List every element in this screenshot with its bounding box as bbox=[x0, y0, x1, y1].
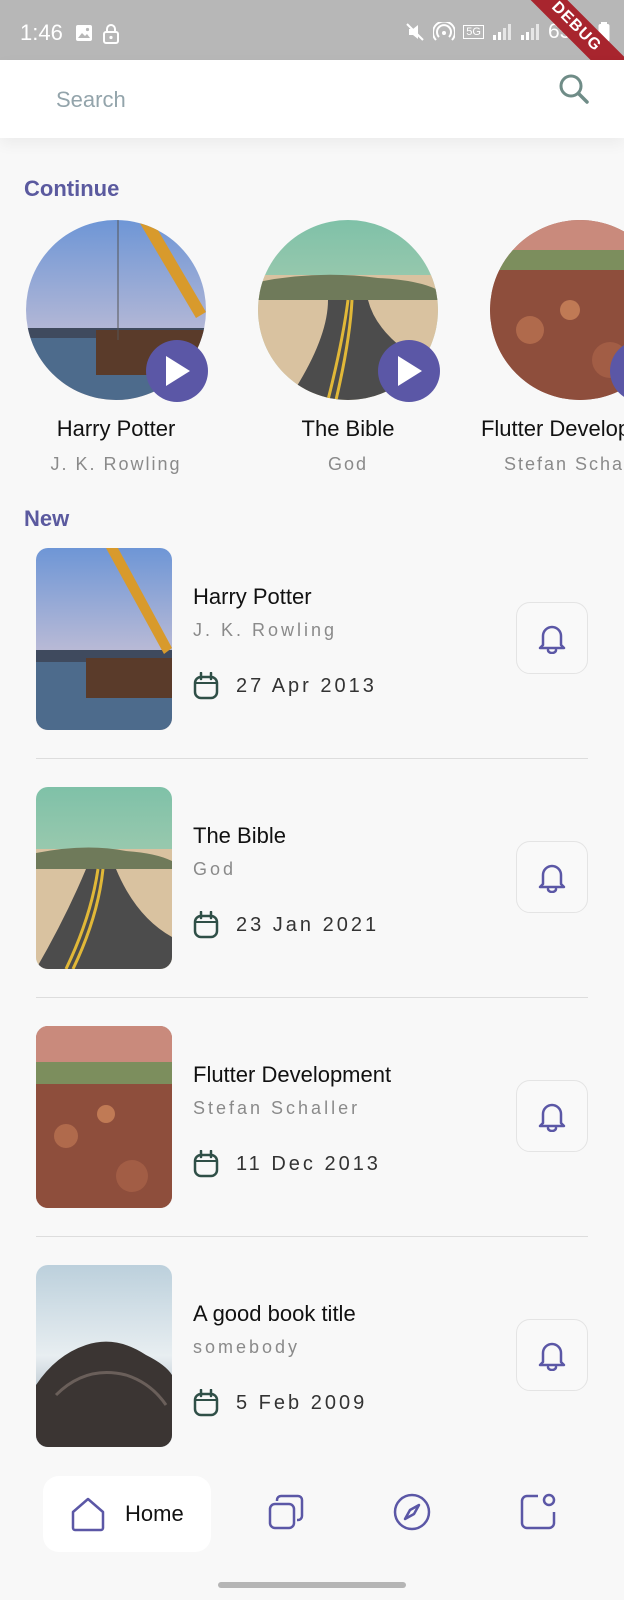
book-title: A good book title bbox=[193, 1301, 356, 1326]
continue-title: Flutter Development bbox=[480, 416, 624, 441]
list-item[interactable]: Harry Potter J. K. Rowling 27 Apr 2013 bbox=[36, 548, 588, 730]
hotspot-icon bbox=[433, 22, 456, 41]
thumbnail-road bbox=[36, 787, 172, 969]
book-thumbnail[interactable] bbox=[36, 548, 172, 730]
calendar-icon bbox=[193, 1150, 219, 1178]
continue-title: Harry Potter bbox=[56, 416, 176, 441]
cover-image-leaves bbox=[490, 220, 624, 400]
library-icon[interactable] bbox=[268, 1492, 308, 1532]
new-section-title: New bbox=[24, 506, 70, 531]
notification-icon[interactable] bbox=[518, 1492, 558, 1532]
book-title: The Bible bbox=[193, 823, 286, 848]
book-date: 11 Dec 2013 bbox=[236, 1153, 381, 1175]
bottom-navigation: Home bbox=[0, 1466, 624, 1566]
notify-button[interactable] bbox=[516, 602, 588, 674]
home-indicator[interactable] bbox=[218, 1582, 406, 1588]
status-bar: 1:46 5G 65% bbox=[0, 0, 624, 100]
continue-author: J. K. Rowling bbox=[50, 454, 182, 474]
play-icon bbox=[166, 356, 190, 386]
book-title: Flutter Development bbox=[193, 1062, 392, 1087]
gallery-icon bbox=[76, 25, 92, 41]
list-item[interactable]: A good book title somebody 5 Feb 2009 bbox=[36, 1265, 588, 1447]
divider bbox=[36, 997, 588, 998]
continue-title: The Bible bbox=[301, 416, 395, 441]
status-left-icons bbox=[75, 24, 119, 44]
calendar-icon bbox=[193, 911, 219, 939]
thumbnail-harbor bbox=[36, 548, 172, 730]
calendar-icon bbox=[193, 672, 219, 700]
lock-icon bbox=[103, 24, 119, 44]
home-icon bbox=[71, 1497, 105, 1532]
notify-button[interactable] bbox=[516, 1080, 588, 1152]
thumbnail-leaves bbox=[36, 1026, 172, 1208]
signal-icon-2 bbox=[520, 24, 539, 40]
book-thumbnail[interactable] bbox=[36, 1265, 172, 1447]
book-date: 27 Apr 2013 bbox=[236, 675, 377, 697]
bell-icon bbox=[538, 1342, 566, 1371]
book-thumbnail[interactable] bbox=[36, 787, 172, 969]
continue-author: God bbox=[327, 454, 369, 474]
book-thumbnail[interactable] bbox=[36, 1026, 172, 1208]
continue-author: Stefan Schaller bbox=[503, 454, 624, 474]
continue-item[interactable]: Harry Potter J. K. Rowling bbox=[0, 212, 232, 475]
continue-cover[interactable] bbox=[490, 220, 624, 402]
notify-button[interactable] bbox=[516, 1319, 588, 1391]
calendar-icon bbox=[193, 1389, 219, 1417]
play-icon bbox=[398, 356, 422, 386]
book-author: somebody bbox=[193, 1337, 301, 1357]
divider bbox=[36, 1236, 588, 1237]
continue-cover[interactable] bbox=[258, 220, 440, 402]
notify-button[interactable] bbox=[516, 841, 588, 913]
play-button[interactable] bbox=[146, 340, 208, 402]
book-author: J. K. Rowling bbox=[193, 620, 338, 640]
book-author: Stefan Schaller bbox=[193, 1098, 361, 1118]
book-date: 23 Jan 2021 bbox=[236, 914, 380, 936]
book-date: 5 Feb 2009 bbox=[236, 1392, 368, 1414]
continue-item[interactable]: Flutter Development Stefan Schaller bbox=[464, 212, 624, 475]
search-input[interactable] bbox=[54, 74, 538, 126]
continue-section-title: Continue bbox=[24, 176, 120, 201]
thumbnail-rock bbox=[36, 1265, 172, 1447]
search-bar bbox=[0, 60, 624, 138]
book-title: Harry Potter bbox=[193, 584, 312, 609]
continue-cover[interactable] bbox=[26, 220, 208, 402]
play-button[interactable] bbox=[378, 340, 440, 402]
status-time: 1:46 bbox=[20, 20, 63, 45]
compass-icon[interactable] bbox=[392, 1492, 432, 1532]
mute-icon bbox=[406, 23, 424, 41]
list-item[interactable]: Flutter Development Stefan Schaller 11 D… bbox=[36, 1026, 588, 1208]
nav-home-label: Home bbox=[125, 1501, 184, 1526]
bell-icon bbox=[538, 1103, 566, 1132]
nav-home[interactable]: Home bbox=[43, 1476, 211, 1552]
list-item[interactable]: The Bible God 23 Jan 2021 bbox=[36, 787, 588, 969]
divider bbox=[36, 758, 588, 759]
continue-item[interactable]: The Bible God bbox=[232, 212, 464, 475]
signal-icon bbox=[492, 24, 511, 40]
book-author: God bbox=[193, 859, 237, 879]
continue-carousel[interactable]: Harry Potter J. K. Rowling The Bible God… bbox=[0, 212, 624, 482]
bell-icon bbox=[538, 625, 566, 654]
search-icon[interactable] bbox=[556, 71, 592, 107]
network-badge: 5G bbox=[463, 25, 484, 39]
bell-icon bbox=[538, 864, 566, 893]
